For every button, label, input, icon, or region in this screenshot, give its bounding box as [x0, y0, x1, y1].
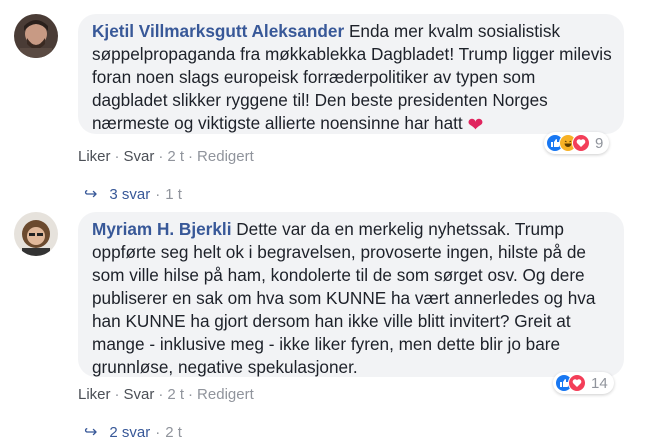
- reaction-count: 9: [595, 134, 604, 152]
- reply-arrow-icon: ↪: [84, 424, 98, 441]
- love-icon: [568, 374, 586, 392]
- comment-author[interactable]: Kjetil Villmarksgutt Aleksander: [92, 21, 344, 41]
- comment-actions: Liker · Svar · 2 t · Redigert: [78, 386, 254, 403]
- view-replies[interactable]: ↪ 2 svar · 2 t: [84, 422, 182, 442]
- comment-author[interactable]: Myriam H. Bjerkli: [92, 219, 231, 239]
- comment-bubble: Myriam H. Bjerkli Dette var da en merkel…: [78, 212, 624, 377]
- view-replies[interactable]: ↪ 3 svar · 1 t: [84, 184, 182, 204]
- reply-link[interactable]: Svar: [124, 148, 155, 165]
- edited-label[interactable]: Redigert: [197, 148, 254, 165]
- comment-text: Dette var da en merkelig nyhetssak. Trum…: [92, 219, 596, 377]
- avatar[interactable]: [14, 14, 58, 58]
- love-icon: [572, 134, 590, 152]
- avatar[interactable]: [14, 212, 58, 256]
- reactions-summary[interactable]: 9: [544, 132, 610, 154]
- reply-count[interactable]: 2 svar: [109, 424, 150, 441]
- comment-actions: Liker · Svar · 2 t · Redigert: [78, 148, 254, 165]
- reply-arrow-icon: ↪: [84, 186, 98, 203]
- reactions-summary[interactable]: 14: [553, 372, 614, 394]
- heart-emoji-icon: ❤: [467, 115, 484, 136]
- comment-1: Kjetil Villmarksgutt Aleksander Enda mer…: [14, 14, 654, 204]
- reply-time: 1 t: [165, 186, 182, 203]
- reply-link[interactable]: Svar: [124, 386, 155, 403]
- reply-time: 2 t: [165, 424, 182, 441]
- comment-2: Myriam H. Bjerkli Dette var da en merkel…: [14, 212, 654, 441]
- reaction-count: 14: [591, 374, 608, 392]
- reply-count[interactable]: 3 svar: [109, 186, 150, 203]
- comment-bubble: Kjetil Villmarksgutt Aleksander Enda mer…: [78, 14, 624, 136]
- edited-label[interactable]: Redigert: [197, 386, 254, 403]
- timestamp[interactable]: 2 t: [167, 148, 184, 165]
- like-link[interactable]: Liker: [78, 386, 111, 403]
- timestamp[interactable]: 2 t: [167, 386, 184, 403]
- like-link[interactable]: Liker: [78, 148, 111, 165]
